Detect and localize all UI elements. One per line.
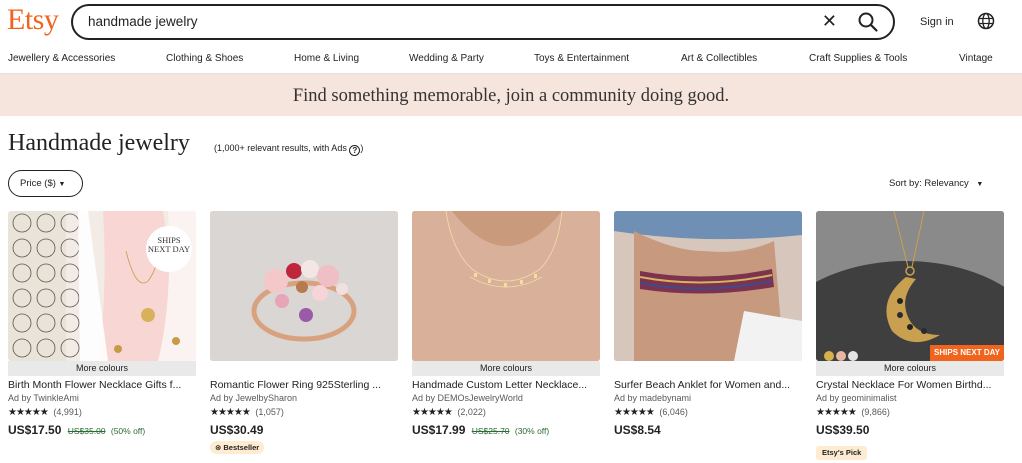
listing-rating: ★★★★★ (9,866)	[816, 407, 890, 418]
listing-price-value: US$39.50	[816, 423, 870, 437]
sale-price: US$17.50	[8, 423, 62, 437]
discount-label: (50% off)	[110, 426, 146, 436]
swatch-rose-gold[interactable]	[836, 351, 846, 361]
listing-price: US$17.50 US$35.00 (50% off)	[8, 423, 145, 437]
bestseller-badge: ⊛ Bestseller	[210, 441, 265, 454]
review-count: (1,057)	[255, 407, 284, 417]
listing-title[interactable]: Surfer Beach Anklet for Women and...	[614, 379, 802, 391]
listing-shop[interactable]: Ad by DEMOsJewelryWorld	[412, 393, 523, 403]
review-count: (4,991)	[53, 407, 82, 417]
listing-card[interactable]: SHIPS NEXT DAY More colours Crystal Neck…	[816, 211, 1004, 463]
listing-shop[interactable]: Ad by geominimalist	[816, 393, 897, 403]
globe-icon[interactable]	[977, 12, 995, 30]
category-home-living[interactable]: Home & Living	[294, 53, 359, 64]
sort-dropdown[interactable]: Sort by: Relevancy ▼	[889, 178, 983, 189]
etsy-logo[interactable]: Etsy	[7, 3, 59, 37]
more-colours-label: More colours	[412, 361, 600, 376]
category-clothing-shoes[interactable]: Clothing & Shoes	[166, 53, 243, 64]
listing-card[interactable]: SHIPS NEXT DAY More colours Birth Month …	[8, 211, 196, 463]
review-count: (9,866)	[861, 407, 890, 417]
category-nav: Jewellery & Accessories Clothing & Shoes…	[0, 44, 1022, 74]
result-count: (1,000+ relevant results, with Ads ?)	[214, 143, 363, 156]
listing-rating: ★★★★★ (1,057)	[210, 407, 284, 418]
info-icon[interactable]: ?	[349, 145, 361, 156]
star-rating-icon: ★★★★★	[210, 407, 251, 418]
listing-image[interactable]: SHIPS NEXT DAY	[8, 211, 196, 361]
category-toys-entertainment[interactable]: Toys & Entertainment	[534, 53, 629, 64]
price-filter-button[interactable]: Price ($) ▼	[8, 170, 83, 197]
more-colours-label: More colours	[816, 361, 1004, 376]
star-rating-icon: ★★★★★	[816, 407, 857, 418]
category-vintage[interactable]: Vintage	[959, 53, 993, 64]
sign-in-link[interactable]: Sign in	[920, 16, 954, 28]
swatch-gold[interactable]	[824, 351, 834, 361]
listing-rating: ★★★★★ (6,046)	[614, 407, 688, 418]
product-photo	[614, 211, 802, 361]
review-count: (6,046)	[659, 407, 688, 417]
bestseller-label: Bestseller	[223, 443, 260, 452]
product-photo	[210, 211, 398, 361]
listing-card[interactable]: Romantic Flower Ring 925Sterling ... Ad …	[210, 211, 398, 463]
listing-price-value: US$30.49	[210, 423, 264, 437]
listing-rating: ★★★★★ (4,991)	[8, 407, 82, 418]
search-input[interactable]: handmade jewelry	[88, 14, 198, 29]
listing-shop[interactable]: Ad by madebynami	[614, 393, 691, 403]
listing-card[interactable]: Surfer Beach Anklet for Women and... Ad …	[614, 211, 802, 463]
price-filter-label: Price ($)	[20, 178, 56, 189]
listing-image[interactable]	[210, 211, 398, 361]
product-photo	[412, 211, 600, 361]
caret-down-icon: ▼	[976, 181, 984, 188]
ships-next-day-circle: SHIPS NEXT DAY	[146, 226, 192, 272]
listing-image[interactable]: SHIPS NEXT DAY	[816, 211, 1004, 361]
ships-next-day-text: SHIPS NEXT DAY	[147, 235, 191, 254]
header: Etsy handmade jewelry ✕ Sign in	[0, 0, 1022, 44]
listing-price: US$30.49	[210, 423, 263, 437]
result-count-text: (1,000+ relevant results, with Ads	[214, 143, 347, 153]
listing-price: US$8.54	[614, 423, 661, 437]
original-price: US$35.00	[67, 426, 106, 436]
swatch-silver[interactable]	[848, 351, 858, 361]
listing-price: US$39.50	[816, 423, 869, 437]
listing-shop[interactable]: Ad by JewelbySharon	[210, 393, 297, 403]
category-art-collectibles[interactable]: Art & Collectibles	[681, 53, 757, 64]
listing-shop[interactable]: Ad by TwinkleAmi	[8, 393, 79, 403]
category-jewellery-accessories[interactable]: Jewellery & Accessories	[8, 53, 115, 64]
listing-image[interactable]	[614, 211, 802, 361]
banner-text: Find something memorable, join a communi…	[292, 86, 730, 106]
listing-title[interactable]: Crystal Necklace For Women Birthd...	[816, 379, 1004, 391]
category-craft-supplies-tools[interactable]: Craft Supplies & Tools	[809, 53, 907, 64]
listing-title[interactable]: Birth Month Flower Necklace Gifts f...	[8, 379, 196, 391]
listing-card[interactable]: More colours Handmade Custom Letter Neck…	[412, 211, 600, 463]
listing-price: US$17.99 US$25.70 (30% off)	[412, 423, 549, 437]
star-rating-icon: ★★★★★	[8, 407, 49, 418]
product-photo	[816, 211, 1004, 361]
star-rating-icon: ★★★★★	[412, 407, 453, 418]
star-rating-icon: ★★★★★	[614, 407, 655, 418]
more-colours-label: More colours	[8, 361, 196, 376]
sale-price: US$17.99	[412, 423, 466, 437]
etsys-pick-badge: Etsy's Pick	[816, 446, 868, 460]
search-bar[interactable]: handmade jewelry ✕	[71, 4, 895, 40]
review-count: (2,022)	[457, 407, 486, 417]
listing-price-value: US$8.54	[614, 423, 661, 437]
category-wedding-party[interactable]: Wedding & Party	[409, 53, 484, 64]
search-icon[interactable]	[857, 11, 879, 33]
ships-next-day-badge: SHIPS NEXT DAY	[930, 345, 1004, 361]
sort-label: Sort by: Relevancy	[889, 178, 969, 189]
chevron-down-icon: ▼	[58, 181, 66, 188]
clear-search-icon[interactable]: ✕	[822, 11, 837, 32]
discount-label: (30% off)	[514, 426, 550, 436]
listing-title[interactable]: Romantic Flower Ring 925Sterling ...	[210, 379, 398, 391]
colour-swatches	[824, 348, 860, 361]
result-count-close: )	[360, 143, 364, 153]
listing-rating: ★★★★★ (2,022)	[412, 407, 486, 418]
promo-banner: Find something memorable, join a communi…	[0, 74, 1022, 116]
page-title: Handmade jewelry	[8, 130, 190, 156]
original-price: US$25.70	[471, 426, 510, 436]
listing-title[interactable]: Handmade Custom Letter Necklace...	[412, 379, 600, 391]
listing-image[interactable]	[412, 211, 600, 361]
